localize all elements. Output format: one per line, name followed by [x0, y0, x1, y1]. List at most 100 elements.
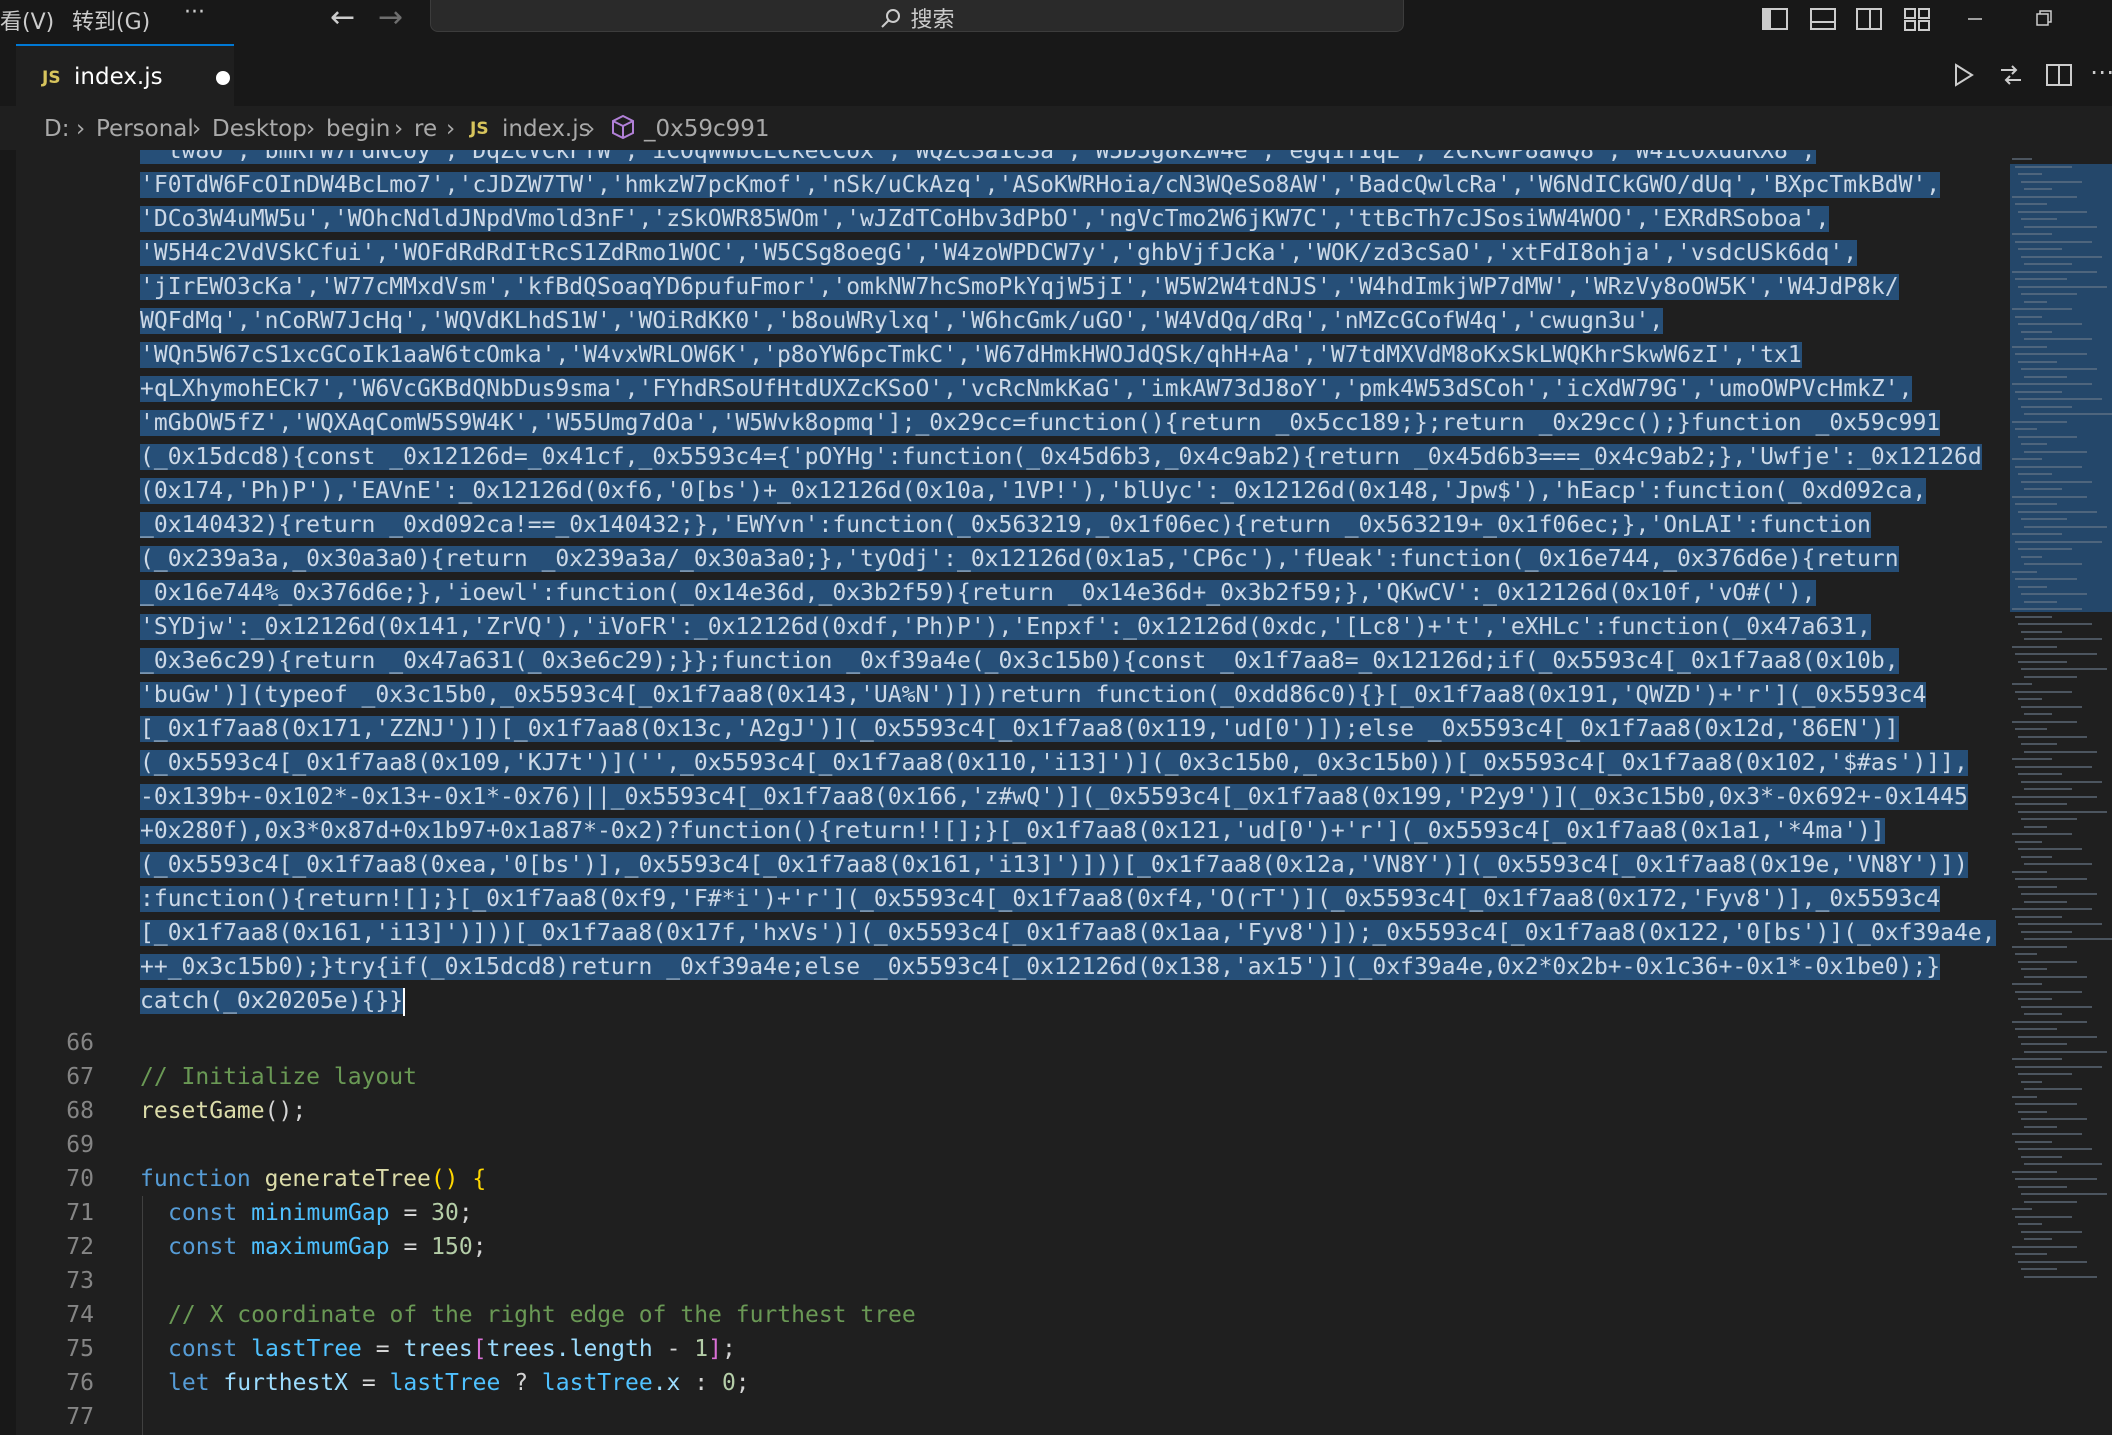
- minimap[interactable]: [2010, 150, 2112, 1435]
- menu-more[interactable]: ···: [184, 0, 205, 25]
- code-line-selected[interactable]: _0x16e744%_0x376d6e;},'ioewl':function(_…: [140, 576, 1816, 610]
- variable: maximumGap: [251, 1234, 390, 1260]
- tab-index-js[interactable]: JS index.js: [16, 44, 234, 106]
- code-line[interactable]: const lastTree = trees[trees.length - 1]…: [168, 1332, 736, 1366]
- code-line[interactable]: function generateTree() {: [140, 1162, 486, 1196]
- breadcrumb-file[interactable]: index.js: [502, 116, 591, 142]
- code-line[interactable]: resetGame();: [140, 1094, 306, 1128]
- unsaved-dot-icon[interactable]: [216, 71, 230, 85]
- minimap-line: [2018, 885, 2057, 888]
- selected-text: +qLXhymohECk7','W6VcGKBdQNbDus9sma','FYh…: [140, 376, 1913, 402]
- minimap-line: [2024, 938, 2112, 940]
- code-line-selected[interactable]: (_0x239a3a,_0x30a3a0){return _0x239a3a/_…: [140, 542, 1899, 576]
- code-line[interactable]: // X coordinate of the right edge of the…: [168, 1298, 916, 1332]
- chevron-right-icon: ›: [586, 116, 596, 142]
- minimap-line: [2024, 825, 2047, 828]
- code-line-selected[interactable]: 'WQn5W67cS1xcGCoIk1aaW6tcOmka','W4vxWRLO…: [140, 338, 1802, 372]
- code-line-selected[interactable]: 'F0TdW6FcOInDW4BcLmo7','cJDZW7TW','hmkzW…: [140, 168, 1941, 202]
- minimap-line: [2015, 690, 2072, 693]
- minimap-line: [2018, 1223, 2042, 1225]
- back-arrow-icon[interactable]: ←: [330, 0, 355, 35]
- vertical-scrollbar[interactable]: [2100, 150, 2112, 1435]
- minimap-line: [2018, 660, 2067, 663]
- minimap-line: [2015, 765, 2092, 768]
- minimap-line: [2021, 255, 2102, 258]
- minimap-line: [2021, 1118, 2087, 1120]
- code-line-selected[interactable]: (_0x5593c4[_0x1f7aa8(0x109,'KJ7t')]('',_…: [140, 746, 1968, 780]
- code-line-selected[interactable]: 'jIrEWO3cKa','W77cMMxdVsm','kfBdQSoaqYD6…: [140, 270, 1899, 304]
- minimap-line: [2024, 188, 2052, 190]
- minimap-line: [2024, 375, 2067, 378]
- code-line-selected[interactable]: 'DCo3W4uMW5u','WOhcNdldJNpdVmold3nF','zS…: [140, 202, 1830, 236]
- toggle-panel-icon[interactable]: [1808, 4, 1838, 34]
- code-line-selected[interactable]: ++_0x3c15b0);}try{if(_0x15dcd8)return _0…: [140, 950, 1941, 984]
- search-icon: [881, 9, 901, 28]
- minimap-line: [2024, 788, 2072, 790]
- breadcrumb-personal[interactable]: Personal: [96, 116, 194, 142]
- breadcrumb: D: › Personal › Desktop › begin › re › J…: [0, 106, 2112, 150]
- code-line-selected[interactable]: [_0x1f7aa8(0x161,'i13]')]))[_0x1f7aa8(0x…: [140, 916, 1996, 950]
- customize-layout-icon[interactable]: [1902, 4, 1932, 34]
- code-line-selected[interactable]: 'mGbOW5fZ','WQXAqComW5S9W4K','W55Umg7dOa…: [140, 406, 1941, 440]
- chevron-right-icon: ›: [76, 116, 86, 142]
- menu-goto[interactable]: 转到(G): [72, 4, 150, 36]
- code-line-selected[interactable]: 'tw8O','bmKrW7FdNCoy','DqZcVCkFfW','iCOq…: [140, 150, 1816, 168]
- code-line-selected[interactable]: (0x174,'Ph)P'),'EAVnE':_0x12126d(0xf6,'0…: [140, 474, 1927, 508]
- code-line-selected[interactable]: -0x139b+-0x102*-0x13+-0x1*-0x76)||_0x559…: [140, 780, 1968, 814]
- code-line-selected[interactable]: 'SYDjw':_0x12126d(0x141,'ZrVQ'),'iVoFR':…: [140, 610, 1871, 644]
- minimap-line: [2012, 720, 2077, 723]
- minimap-line: [2015, 615, 2052, 618]
- minimap-line: [2021, 668, 2107, 670]
- minimap-line: [2018, 1073, 2072, 1075]
- minimap-slider[interactable]: [2010, 164, 2112, 612]
- code-line-selected[interactable]: +qLXhymohECk7','W6VcGKBdQNbDus9sma','FYh…: [140, 372, 1913, 406]
- code-line[interactable]: // Initialize layout: [140, 1060, 417, 1094]
- minimize-icon[interactable]: [1960, 4, 1990, 34]
- more-actions-icon[interactable]: ⋯: [2090, 58, 2112, 88]
- breadcrumb-drive[interactable]: D:: [44, 116, 69, 142]
- code-line-selected[interactable]: :function(){return![];}[_0x1f7aa8(0xf9,'…: [140, 882, 1941, 916]
- selected-text: ++_0x3c15b0);}try{if(_0x15dcd8)return _0…: [140, 954, 1941, 980]
- breadcrumb-desktop[interactable]: Desktop: [212, 116, 307, 142]
- breadcrumb-symbol[interactable]: _0x59c991: [644, 116, 770, 142]
- code-line-selected[interactable]: (_0x5593c4[_0x1f7aa8(0xea,'0[bs')],_0x55…: [140, 848, 1968, 882]
- minimap-line: [2015, 165, 2072, 168]
- code-line-selected[interactable]: WQFdMq','nCoRW7JcHq','WQVdKLhdS1W','WOiR…: [140, 304, 1664, 338]
- minimap-line: [2021, 1268, 2057, 1270]
- code-line[interactable]: let furthestX = lastTree ? lastTree.x : …: [168, 1366, 750, 1400]
- code-line-selected[interactable]: 'buGw')](typeof _0x3c15b0,_0x5593c4[_0x1…: [140, 678, 1927, 712]
- restore-icon[interactable]: [2028, 4, 2058, 34]
- breadcrumb-re[interactable]: re: [414, 116, 437, 142]
- minimap-line: [2015, 953, 2037, 955]
- minimap-line: [2024, 413, 2112, 415]
- code-line-selected[interactable]: _0x140432){return _0xd092ca!==_0x140432;…: [140, 508, 1871, 542]
- line-number: 66: [66, 1030, 94, 1056]
- line-number: 69: [66, 1132, 94, 1158]
- toggle-primary-sidebar-icon[interactable]: [1760, 4, 1790, 34]
- breadcrumb-begin[interactable]: begin: [326, 116, 390, 142]
- minimap-line: [2012, 1245, 2077, 1248]
- run-icon[interactable]: [1948, 60, 1978, 90]
- minimap-line: [2015, 915, 2062, 918]
- code-line-selected[interactable]: 'W5H4c2VdVSkCfui','WOFdRdRdItRcS1ZdRmo1W…: [140, 236, 1858, 270]
- command-center-search[interactable]: 搜索: [430, 0, 1404, 33]
- code-line-selected[interactable]: +0x280f),0x3*0x87d+0x1b97+0x1a87*-0x2)?f…: [140, 814, 1885, 848]
- toggle-secondary-sidebar-icon[interactable]: [1854, 4, 1884, 34]
- minimap-line: [2018, 1260, 2087, 1263]
- forward-arrow-icon[interactable]: →: [378, 0, 403, 35]
- minimap-line: [2012, 1095, 2037, 1098]
- code-line-selected[interactable]: (_0x15dcd8){const _0x12126d=_0x41cf,_0x5…: [140, 440, 1982, 474]
- minimap-line: [2021, 1080, 2042, 1083]
- split-editor-icon[interactable]: [2044, 60, 2074, 90]
- code-line-selected[interactable]: _0x3e6c29){return _0x47a631(_0x3e6c29);}…: [140, 644, 1899, 678]
- line-number: 74: [66, 1302, 94, 1328]
- compare-changes-icon[interactable]: [1996, 60, 2026, 90]
- code-line-selected[interactable]: [_0x1f7aa8(0x171,'ZZNJ')])[_0x1f7aa8(0x1…: [140, 712, 1899, 746]
- code-line[interactable]: const maximumGap = 150;: [168, 1230, 487, 1264]
- code-line[interactable]: const minimumGap = 30;: [168, 1196, 473, 1230]
- variable: trees: [486, 1336, 556, 1362]
- code-line-selected[interactable]: catch(_0x20205e){}}: [140, 984, 406, 1018]
- code-editor[interactable]: 'tw8O','bmKrW7FdNCoy','DqZcVCkFfW','iCOq…: [0, 150, 2112, 1435]
- minimap-line: [2021, 1043, 2067, 1045]
- menu-view[interactable]: 看(V): [0, 4, 54, 36]
